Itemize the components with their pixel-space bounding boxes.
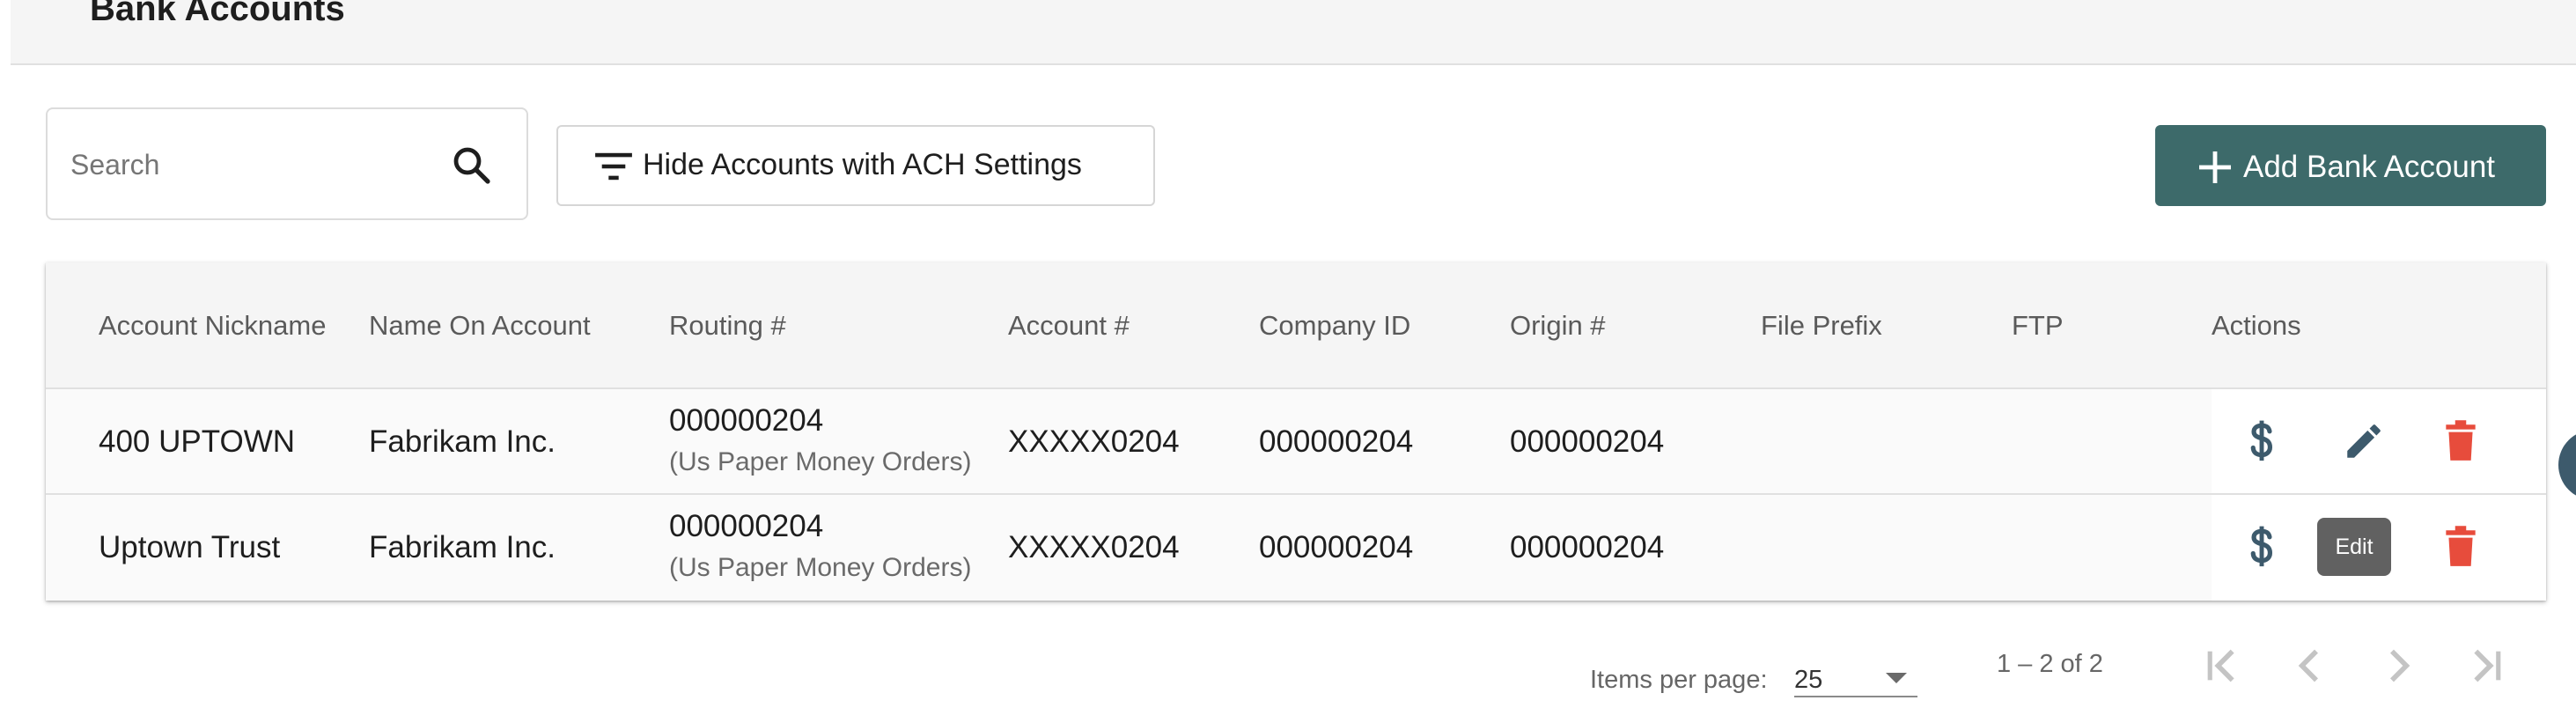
col-origin[interactable]: Origin # [1510, 310, 1606, 342]
page-title: Bank Accounts [90, 0, 345, 28]
pagination-range: 1 – 2 of 2 [1997, 650, 2103, 678]
actions-cell [2212, 389, 2546, 493]
col-company-id[interactable]: Company ID [1259, 310, 1410, 342]
trash-icon[interactable] [2442, 525, 2479, 569]
col-routing[interactable]: Routing # [669, 310, 786, 342]
dollar-icon[interactable] [2247, 525, 2277, 571]
trash-icon[interactable] [2442, 419, 2479, 463]
cell-routing-bank: (Us Paper Money Orders) [669, 553, 972, 582]
cell-origin: 000000204 [1510, 530, 1665, 564]
col-file-prefix[interactable]: File Prefix [1761, 310, 1882, 342]
cell-routing-bank: (Us Paper Money Orders) [669, 447, 972, 476]
plus-icon [2199, 151, 2231, 183]
items-per-page-label: Items per page: [1590, 666, 1768, 694]
bank-accounts-table: Account Nickname Name On Account Routing… [46, 262, 2546, 601]
last-page-icon[interactable] [2462, 641, 2511, 690]
cell-name-on-account: Fabrikam Inc. [369, 424, 556, 459]
page-size-select[interactable]: 25 [1794, 660, 1917, 697]
dollar-icon[interactable] [2247, 419, 2277, 465]
col-account-nickname[interactable]: Account Nickname [99, 310, 326, 342]
cell-routing-number: 000000204 [669, 509, 824, 543]
cell-name-on-account: Fabrikam Inc. [369, 530, 556, 564]
cell-account-number: XXXXX0204 [1008, 530, 1180, 564]
cell-account-number: XXXXX0204 [1008, 424, 1180, 459]
previous-page-icon[interactable] [2285, 641, 2335, 690]
filter-icon [595, 152, 632, 181]
dropdown-arrow-icon [1886, 673, 1907, 683]
edit-tooltip: Edit [2317, 518, 2391, 576]
page-size-value: 25 [1794, 666, 1823, 694]
page-header: Bank Accounts [11, 0, 2576, 65]
cell-company-id: 000000204 [1259, 530, 1414, 564]
first-page-icon[interactable] [2197, 641, 2247, 690]
search-icon[interactable] [451, 144, 493, 187]
search-input[interactable] [69, 137, 442, 192]
filter-button-label[interactable]: Hide Accounts with ACH Settings [643, 148, 1082, 182]
table-row: Uptown Trust Fabrikam Inc. 000000204 (Us… [46, 495, 2546, 601]
cell-nickname: 400 UPTOWN [99, 424, 296, 459]
add-bank-account-label[interactable]: Add Bank Account [2243, 150, 2495, 185]
cell-routing-number: 000000204 [669, 403, 824, 438]
col-account[interactable]: Account # [1008, 310, 1130, 342]
cell-nickname: Uptown Trust [99, 530, 281, 564]
cell-company-id: 000000204 [1259, 424, 1414, 459]
col-ftp[interactable]: FTP [2012, 310, 2064, 342]
next-page-icon[interactable] [2374, 641, 2423, 690]
table-row: 400 UPTOWN Fabrikam Inc. 000000204 (Us P… [46, 389, 2546, 495]
cell-origin: 000000204 [1510, 424, 1665, 459]
table-header: Account Nickname Name On Account Routing… [46, 262, 2546, 389]
col-actions: Actions [2212, 310, 2301, 341]
col-name-on-account[interactable]: Name On Account [369, 310, 591, 342]
floating-action-button[interactable] [2558, 430, 2576, 500]
pencil-icon[interactable] [2342, 419, 2386, 463]
